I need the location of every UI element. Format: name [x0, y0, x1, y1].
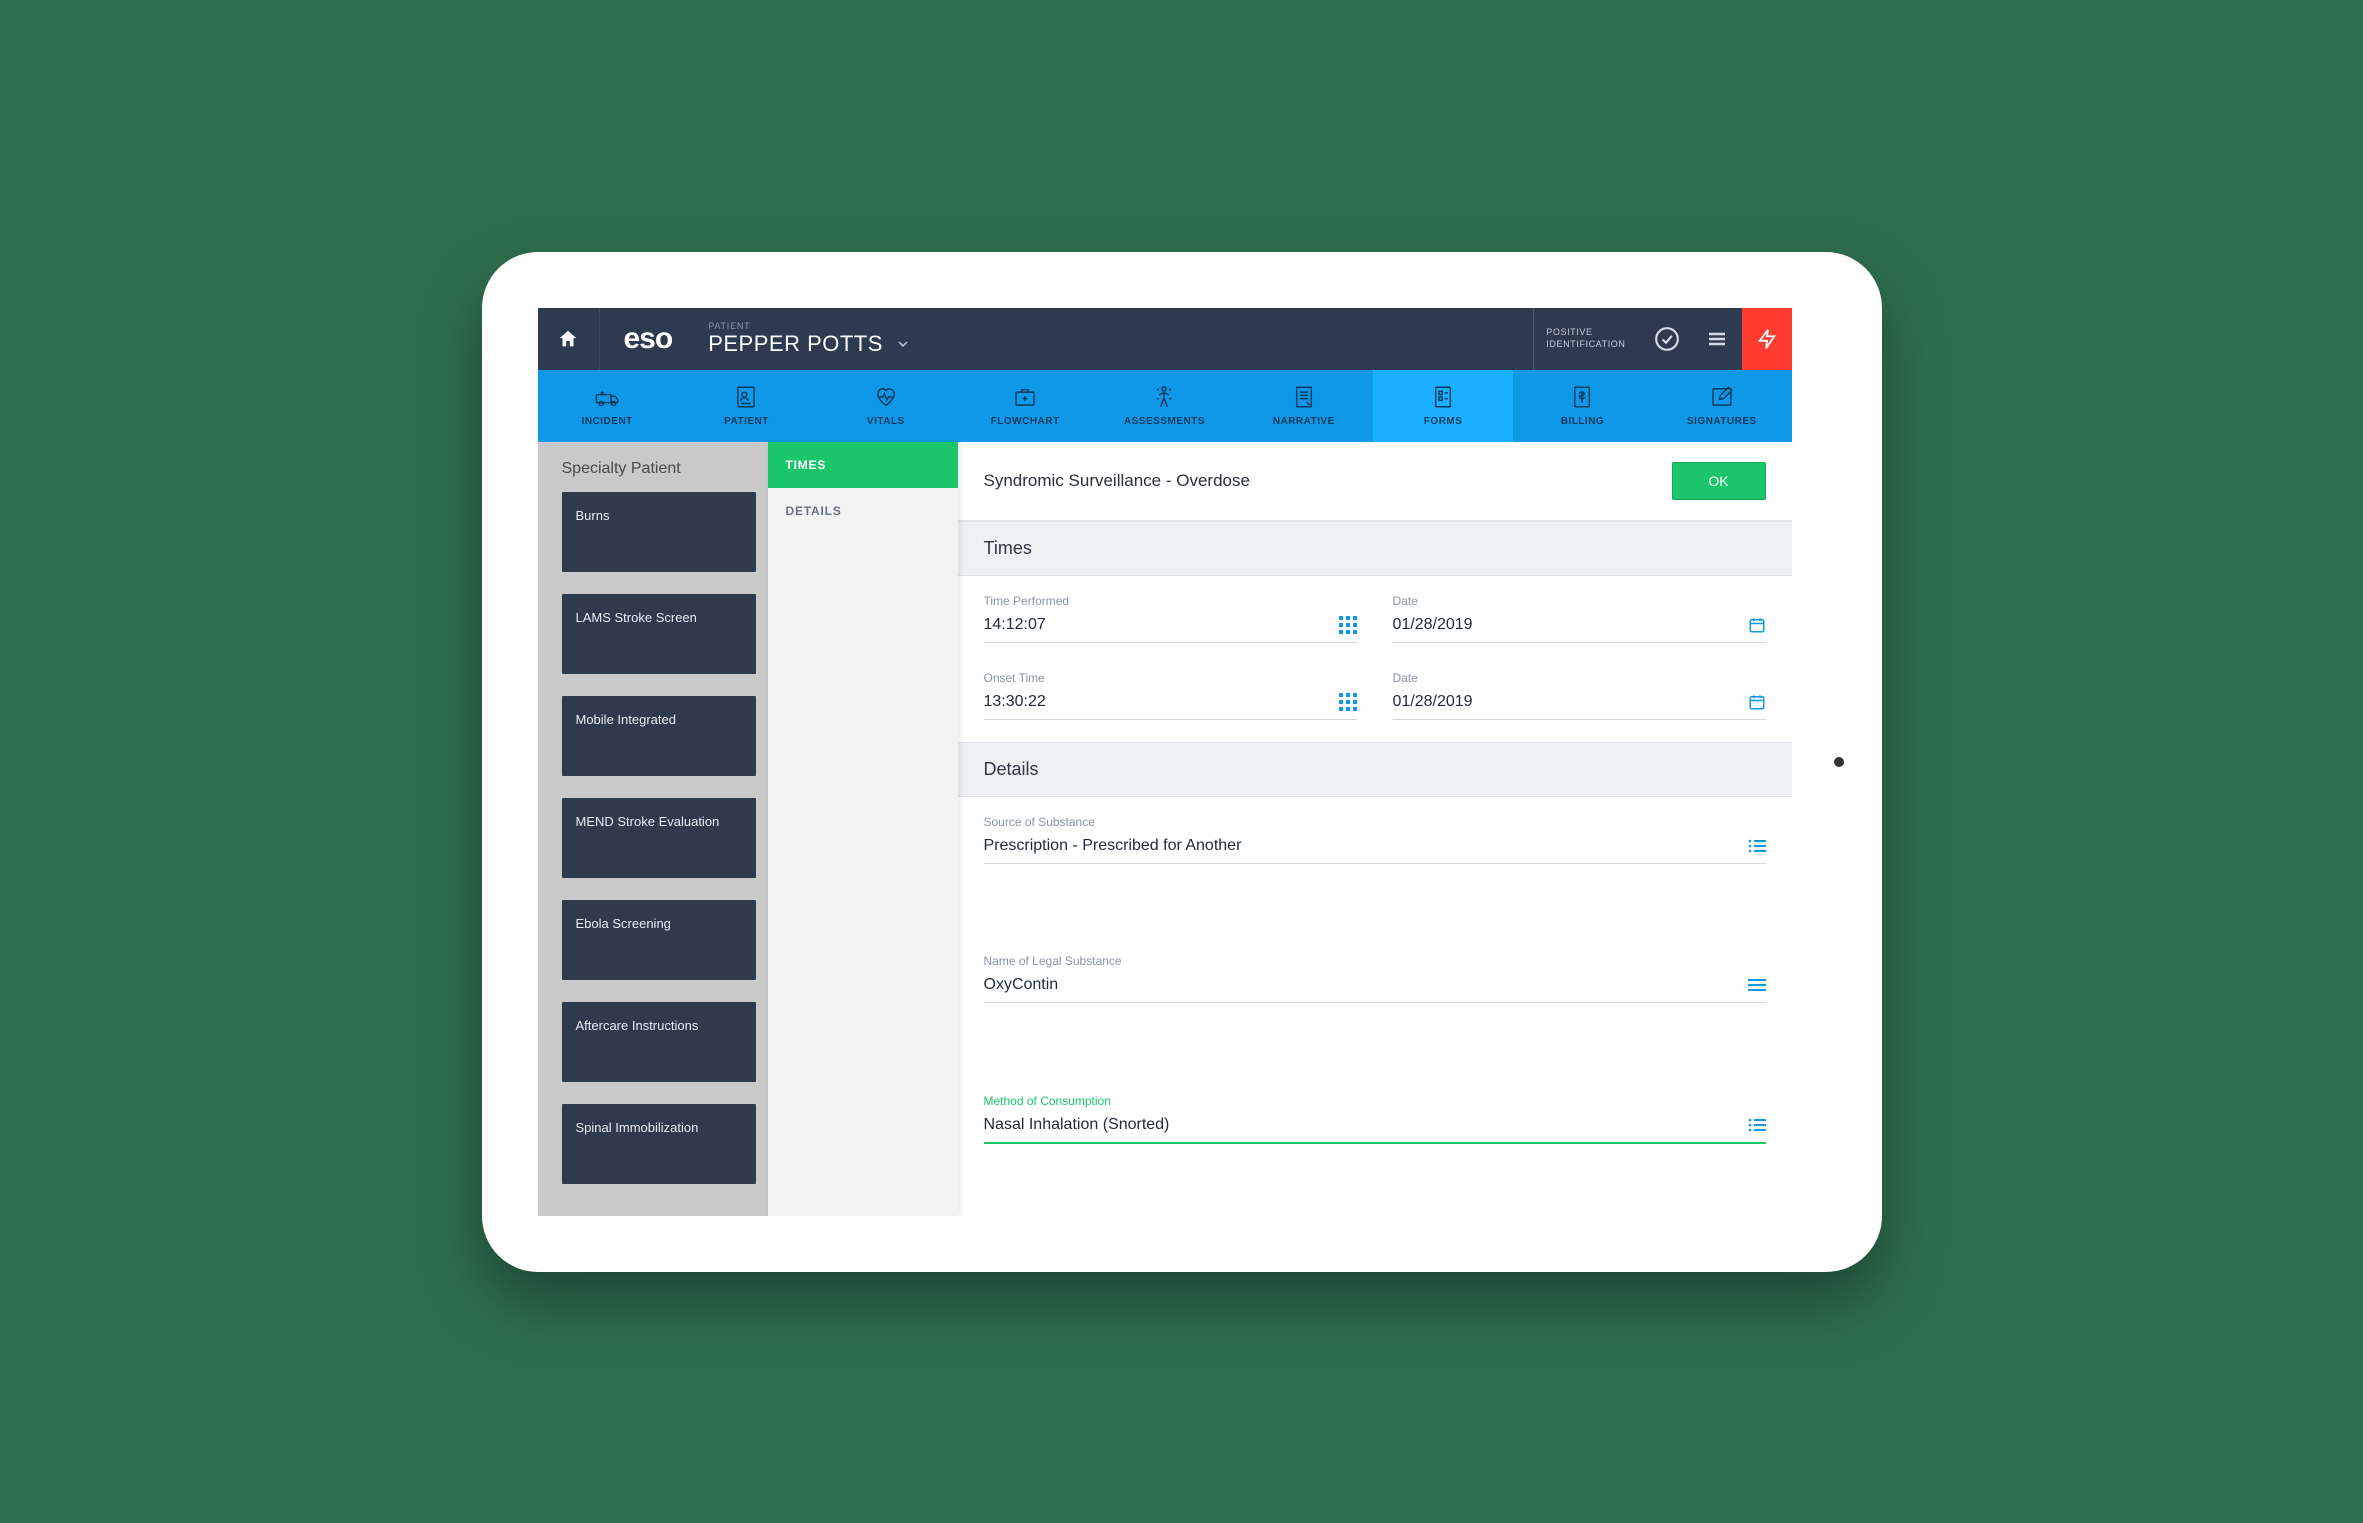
chevron-down-icon: [895, 336, 911, 352]
specialty-card[interactable]: LAMS Stroke Screen: [562, 594, 756, 674]
ambulance-icon: [593, 384, 621, 410]
field-label: Source of Substance: [984, 815, 1766, 829]
form-header: Syndromic Surveillance - Overdose OK: [958, 442, 1792, 520]
specialty-card[interactable]: Burns: [562, 492, 756, 572]
nav-vitals[interactable]: VITALS: [816, 370, 955, 442]
name-of-substance-field[interactable]: Name of Legal Substance OxyContin: [958, 936, 1792, 1076]
list-picker-icon[interactable]: [1748, 839, 1766, 853]
nav-assessments[interactable]: ASSESSMENTS: [1095, 370, 1234, 442]
brand-logo: eso: [600, 308, 697, 370]
calendar-icon[interactable]: [1748, 693, 1766, 711]
alert-button[interactable]: [1742, 308, 1792, 370]
check-circle-icon: [1654, 326, 1680, 352]
time-performed-date-field[interactable]: Date 01/28/2019: [1393, 594, 1766, 643]
form-title: Syndromic Surveillance - Overdose: [984, 471, 1250, 491]
identification-label: POSITIVE IDENTIFICATION: [1533, 308, 1641, 370]
field-label: Date: [1393, 594, 1766, 608]
patient-name: PEPPER POTTS: [708, 331, 883, 357]
field-value: OxyContin: [984, 976, 1059, 994]
subnav-times[interactable]: TIMES: [768, 442, 958, 488]
nav-incident[interactable]: INCIDENT: [538, 370, 677, 442]
onset-time-field[interactable]: Onset Time 13:30:22: [984, 671, 1357, 720]
briefcase-icon: [1011, 384, 1039, 410]
patient-label: PATIENT: [708, 321, 1521, 331]
field-label: Onset Time: [984, 671, 1357, 685]
form-subnav: TIMES DETAILS: [768, 442, 958, 1216]
heartbeat-icon: [872, 384, 900, 410]
field-value: 14:12:07: [984, 616, 1046, 634]
lightning-icon: [1756, 326, 1778, 352]
field-value: 01/28/2019: [1393, 616, 1473, 634]
field-label: Date: [1393, 671, 1766, 685]
ok-button[interactable]: OK: [1672, 462, 1766, 500]
numpad-icon[interactable]: [1339, 693, 1357, 711]
nav-label: NARRATIVE: [1273, 416, 1335, 427]
method-of-consumption-field[interactable]: Method of Consumption Nasal Inhalation (…: [958, 1076, 1792, 1216]
home-icon: [557, 328, 579, 350]
tablet-frame: eso PATIENT PEPPER POTTS POSITIVE IDENTI…: [482, 252, 1882, 1272]
field-label: Method of Consumption: [984, 1094, 1766, 1108]
list-picker-icon[interactable]: [1748, 1118, 1766, 1132]
section-details-header: Details: [958, 742, 1792, 797]
main-nav: INCIDENT PATIENT VITALS FLOWCHART ASSESS…: [538, 370, 1792, 442]
signature-icon: [1708, 384, 1736, 410]
nav-label: INCIDENT: [582, 416, 633, 427]
nav-narrative[interactable]: NARRATIVE: [1234, 370, 1373, 442]
body-icon: [1150, 384, 1178, 410]
specialty-card[interactable]: Spinal Immobilization: [562, 1104, 756, 1184]
specialty-card[interactable]: Ebola Screening: [562, 900, 756, 980]
home-button[interactable]: [538, 308, 600, 370]
patient-selector[interactable]: PATIENT PEPPER POTTS: [696, 308, 1533, 370]
field-value: Prescription - Prescribed for Another: [984, 837, 1242, 855]
calendar-icon[interactable]: [1748, 616, 1766, 634]
specialty-card[interactable]: Aftercare Instructions: [562, 1002, 756, 1082]
onset-date-field[interactable]: Date 01/28/2019: [1393, 671, 1766, 720]
document-icon: [1290, 384, 1318, 410]
nav-flowchart[interactable]: FLOWCHART: [955, 370, 1094, 442]
nav-label: BILLING: [1561, 416, 1605, 427]
menu-lines-icon[interactable]: [1748, 978, 1766, 992]
specialty-card[interactable]: MEND Stroke Evaluation: [562, 798, 756, 878]
nav-signatures[interactable]: SIGNATURES: [1652, 370, 1791, 442]
verify-button[interactable]: [1642, 308, 1692, 370]
nav-label: VITALS: [867, 416, 905, 427]
content-body: Specialty Patient Burns LAMS Stroke Scre…: [538, 442, 1792, 1216]
field-label: Name of Legal Substance: [984, 954, 1766, 968]
nav-label: FLOWCHART: [991, 416, 1060, 427]
nav-label: FORMS: [1424, 416, 1463, 427]
numpad-icon[interactable]: [1339, 616, 1357, 634]
time-performed-field[interactable]: Time Performed 14:12:07: [984, 594, 1357, 643]
nav-billing[interactable]: BILLING: [1513, 370, 1652, 442]
patient-icon: [732, 384, 760, 410]
tablet-home-button[interactable]: [1834, 757, 1844, 767]
form-icon: [1429, 384, 1457, 410]
section-times-header: Times: [958, 521, 1792, 576]
app-header: eso PATIENT PEPPER POTTS POSITIVE IDENTI…: [538, 308, 1792, 370]
nav-label: ASSESSMENTS: [1124, 416, 1205, 427]
app-screen: eso PATIENT PEPPER POTTS POSITIVE IDENTI…: [538, 308, 1792, 1216]
field-value: Nasal Inhalation (Snorted): [984, 1116, 1170, 1134]
specialty-card[interactable]: Mobile Integrated: [562, 696, 756, 776]
source-of-substance-field[interactable]: Source of Substance Prescription - Presc…: [958, 797, 1792, 937]
specialty-column: Specialty Patient Burns LAMS Stroke Scre…: [538, 442, 768, 1216]
field-label: Time Performed: [984, 594, 1357, 608]
menu-button[interactable]: [1692, 308, 1742, 370]
billing-icon: [1568, 384, 1596, 410]
subnav-details[interactable]: DETAILS: [768, 488, 958, 534]
hamburger-icon: [1705, 327, 1729, 351]
nav-patient[interactable]: PATIENT: [677, 370, 816, 442]
nav-label: PATIENT: [724, 416, 769, 427]
nav-label: SIGNATURES: [1687, 416, 1757, 427]
field-value: 13:30:22: [984, 693, 1046, 711]
form-panel: Syndromic Surveillance - Overdose OK Tim…: [958, 442, 1792, 1216]
nav-forms[interactable]: FORMS: [1373, 370, 1512, 442]
field-value: 01/28/2019: [1393, 693, 1473, 711]
specialty-title: Specialty Patient: [562, 460, 756, 478]
